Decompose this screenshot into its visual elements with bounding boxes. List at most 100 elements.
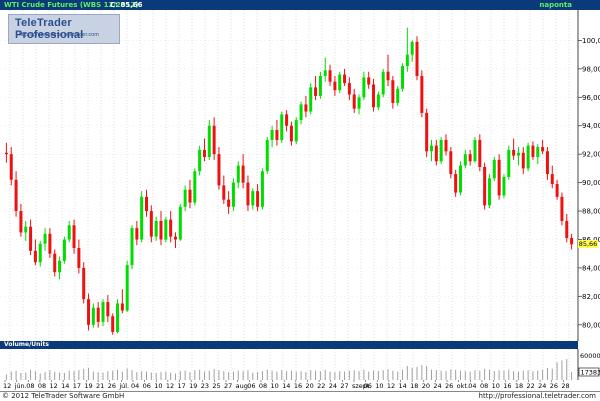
candle-body <box>517 153 520 156</box>
candle-body <box>343 75 346 84</box>
candle-body <box>266 140 269 171</box>
x-tick-label: 06 <box>247 382 255 390</box>
y-tick-label: 96,00 <box>582 94 600 102</box>
candle-body <box>164 220 167 240</box>
candle-body <box>155 221 158 237</box>
candle-body <box>444 140 447 151</box>
candle-body <box>246 183 249 206</box>
candle-body <box>208 126 211 157</box>
candle-body <box>502 177 505 195</box>
candle-body <box>536 147 539 157</box>
x-tick-label: 18 <box>515 382 523 390</box>
candle-body <box>420 76 423 113</box>
candle-body <box>232 183 235 207</box>
candle-body <box>29 227 32 251</box>
x-tick-label: 24 <box>329 382 337 390</box>
chart-header: WTI Crude Futures (WBS 12/2012) C: 85,66… <box>0 0 600 10</box>
logo-url: http://professional.teletrader.com <box>19 32 99 38</box>
candle-body <box>353 94 356 108</box>
volume-tick-last: 17383 <box>581 369 600 377</box>
candle-body <box>92 308 95 325</box>
candle-body <box>15 180 18 211</box>
candle-body <box>362 77 365 97</box>
candle-body <box>372 85 375 108</box>
candle-body <box>295 120 298 141</box>
x-tick-label: 20 <box>305 382 313 390</box>
candle-body <box>560 197 563 221</box>
candle-body <box>551 174 554 184</box>
candle-body <box>324 70 327 76</box>
footer-url[interactable]: http://professional.teletrader.com <box>479 392 596 400</box>
x-tick-label: 25 <box>212 382 220 390</box>
price-chart[interactable]: 80,0082,0084,0086,0088,0090,0092,0094,00… <box>0 10 600 341</box>
candle-body <box>522 153 525 169</box>
candle-body <box>507 150 510 177</box>
x-tick-label: 04 <box>131 382 139 390</box>
candle-body <box>493 160 496 178</box>
candle-body <box>39 244 42 262</box>
x-tick-label: 04 <box>468 382 476 390</box>
candle-body <box>237 166 240 183</box>
candle-body <box>314 87 317 96</box>
x-axis: 12jún.0808121417192126júl.04061012171923… <box>0 380 600 391</box>
teletrader-logo: TeleTrader Professional http://professio… <box>8 14 120 44</box>
y-tick-label: 90,00 <box>582 179 600 187</box>
candle-body <box>411 42 414 55</box>
candle-body <box>48 234 51 254</box>
candle-body <box>449 151 452 174</box>
candle-body <box>425 113 428 151</box>
candle-body <box>483 167 486 205</box>
x-tick-label: 06 <box>143 382 151 390</box>
x-tick-label: 21 <box>96 382 104 390</box>
x-axis-ticks: 12jún.0808121417192126júl.04061012171923… <box>3 380 570 390</box>
x-tick-label: 12 <box>387 382 395 390</box>
last-price-marker: 85,66 <box>578 240 598 248</box>
candle-body <box>203 150 206 157</box>
candle-body <box>111 316 114 332</box>
candle-body <box>102 302 105 322</box>
candle-body <box>333 82 336 91</box>
candle-body <box>5 153 8 154</box>
y-tick-label: 80,00 <box>582 321 600 329</box>
candle-body <box>116 303 119 331</box>
candle-body <box>290 126 293 142</box>
candle-body <box>329 70 332 81</box>
x-tick-label: júl. <box>118 382 129 390</box>
candle-body <box>82 268 85 299</box>
candle-body <box>512 150 515 156</box>
candle-body <box>87 299 90 325</box>
candle-body <box>227 200 230 207</box>
candle-body <box>174 237 177 240</box>
candle-body <box>488 178 491 205</box>
x-tick-label: 20 <box>422 382 430 390</box>
candle-body <box>34 251 37 262</box>
candle-body <box>280 114 283 140</box>
x-tick-label: jún. <box>14 382 27 390</box>
x-tick-label: okt. <box>457 382 469 390</box>
candle-body <box>198 150 201 171</box>
candle-body <box>140 197 143 240</box>
candle-body <box>498 160 501 196</box>
candle-body <box>271 130 274 140</box>
candle-body <box>10 154 13 180</box>
x-tick-label: 18 <box>410 382 418 390</box>
y-axis-ticks: 80,0082,0084,0086,0088,0090,0092,0094,00… <box>578 37 600 329</box>
candle-body <box>348 83 351 94</box>
candle-body <box>275 130 278 140</box>
candle-body <box>377 94 380 107</box>
candle-body <box>193 171 196 202</box>
x-tick-label: 08 <box>26 382 34 390</box>
x-tick-label: 26 <box>108 382 116 390</box>
volume-header: Volume/Units <box>0 341 578 349</box>
x-tick-label: 22 <box>317 382 325 390</box>
volume-chart[interactable]: 60000 17383 <box>0 349 600 380</box>
x-tick-label: 17 <box>73 382 81 390</box>
candle-body <box>135 228 138 239</box>
candle-body <box>304 104 307 111</box>
x-tick-label: 14 <box>399 382 407 390</box>
y-tick-label: 94,00 <box>582 122 600 130</box>
candle-body <box>68 225 71 239</box>
x-tick-label: 27 <box>224 382 232 390</box>
candle-body <box>406 55 409 66</box>
candle-body <box>319 76 322 96</box>
